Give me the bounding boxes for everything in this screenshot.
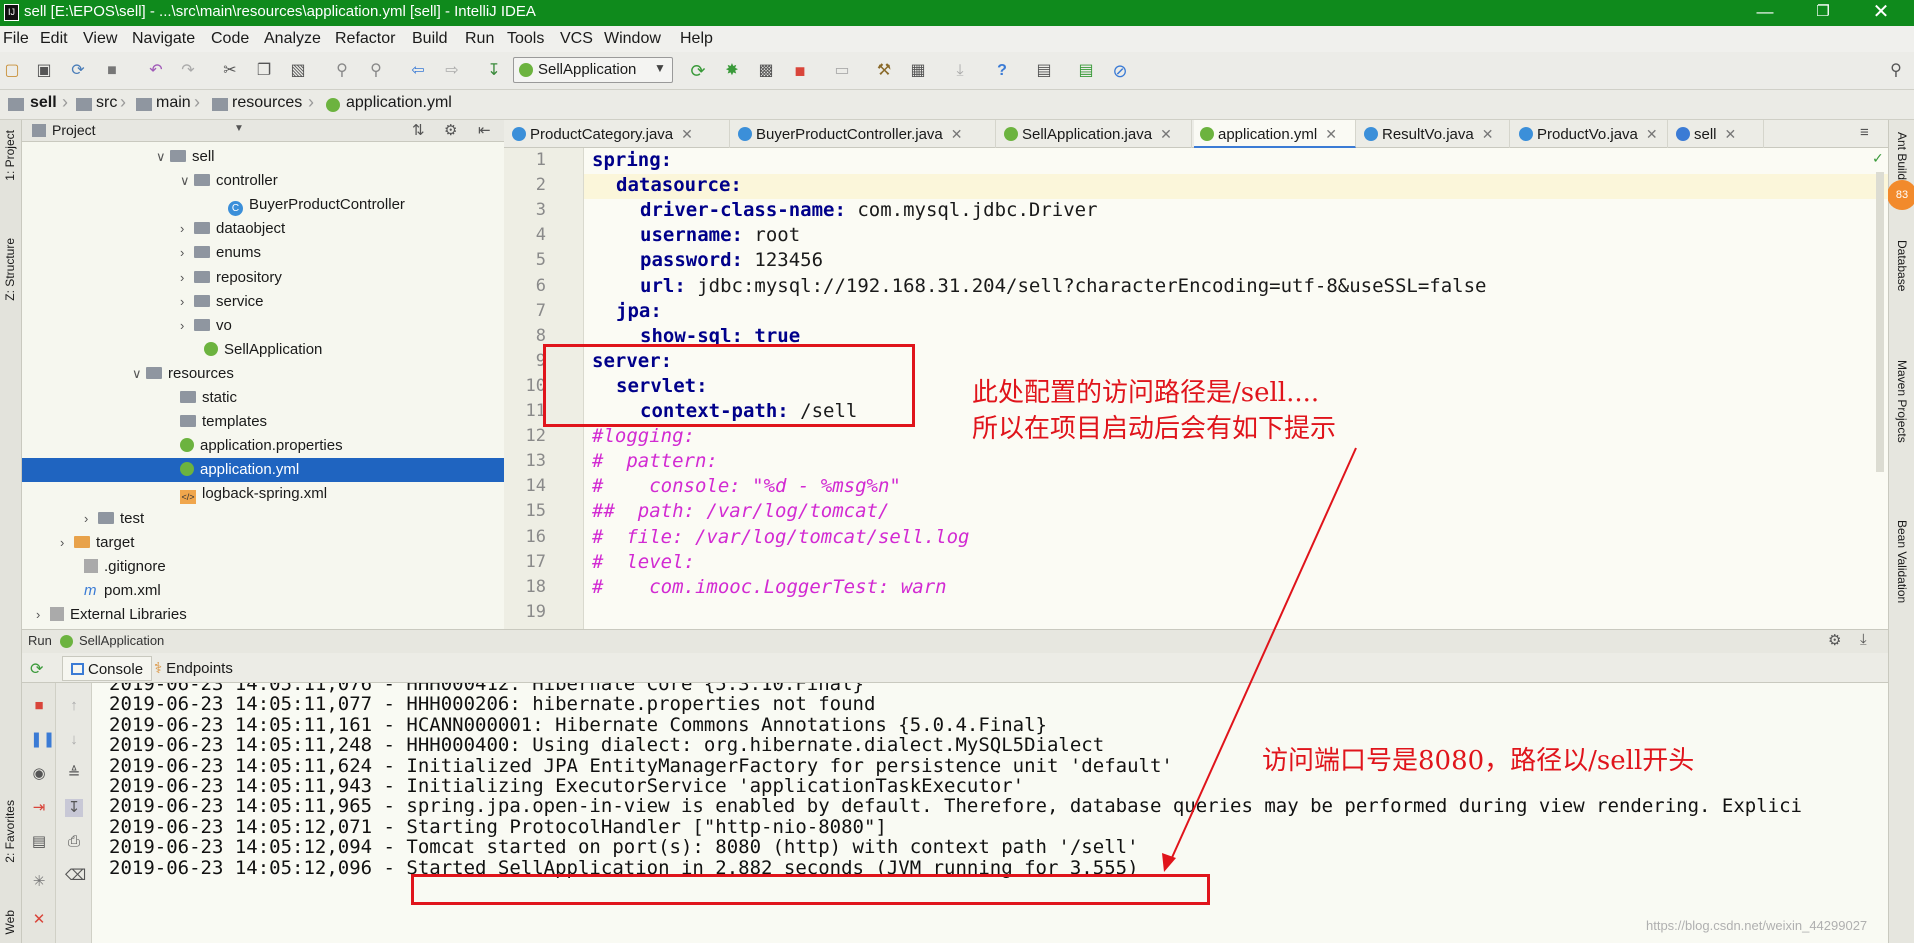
annotation-arrow bbox=[1162, 447, 1357, 872]
arrow-head-icon bbox=[1162, 853, 1176, 872]
arrow-line bbox=[1169, 447, 1357, 863]
watermark: https://blog.csdn.net/weixin_44299027 bbox=[1646, 918, 1868, 933]
